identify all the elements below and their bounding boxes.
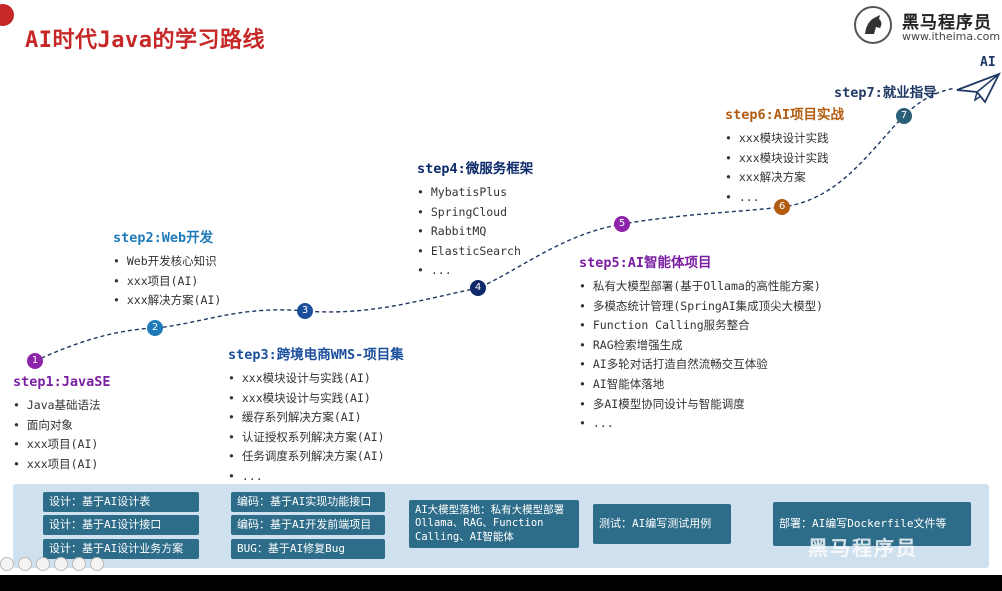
step-node-3: 3 xyxy=(297,303,313,319)
step5-block: step5:AI智能体项目 私有大模型部署(基于Ollama的高性能方案) 多模… xyxy=(579,251,823,434)
step4-block: step4:微服务框架 MybatisPlus SpringCloud Rabb… xyxy=(417,157,533,281)
step5-title: step5:AI智能体项目 xyxy=(579,255,712,271)
step4-item: ... xyxy=(417,261,533,281)
watermark: 黑马程序员 xyxy=(808,536,918,560)
coding-box: 编码：基于AI开发前端项目 xyxy=(231,515,385,535)
step6-block: step6:AI项目实战 xxx模块设计实践 xxx模块设计实践 xxx解决方案… xyxy=(725,103,844,207)
step3-item: 认证授权系列解决方案(AI) xyxy=(228,428,404,448)
step4-title: step4:微服务框架 xyxy=(417,161,534,177)
step3-block: step3:跨境电商WMS-项目集 xxx模块设计与实践(AI) xxx模块设计… xyxy=(228,343,404,487)
step2-item: xxx项目(AI) xyxy=(113,272,221,292)
step3-item: 任务调度系列解决方案(AI) xyxy=(228,447,404,467)
step1-title: step1:JavaSE xyxy=(13,374,111,390)
step5-item: 多模态统计管理(SpringAI集成顶尖大模型) xyxy=(579,297,823,317)
step4-item: SpringCloud xyxy=(417,203,533,223)
step5-item: AI智能体落地 xyxy=(579,375,823,395)
pen-icon[interactable] xyxy=(18,557,32,571)
step2-item: xxx解决方案(AI) xyxy=(113,291,221,311)
step4-item: ElasticSearch xyxy=(417,242,533,262)
screen-bottom-bar xyxy=(0,575,1002,591)
step7-block: step7:就业指导 xyxy=(834,81,937,107)
camera-icon[interactable] xyxy=(72,557,86,571)
prev-icon[interactable] xyxy=(0,557,14,571)
step5-item: Function Calling服务整合 xyxy=(579,316,823,336)
step5-item: ... xyxy=(579,414,823,434)
step5-item: 私有大模型部署(基于Ollama的高性能方案) xyxy=(579,277,823,297)
step6-item: xxx模块设计实践 xyxy=(725,149,844,169)
step-node-4: 4 xyxy=(470,280,486,296)
design-box: 设计：基于AI设计业务方案 xyxy=(43,539,199,559)
step7-title: step7:就业指导 xyxy=(834,85,937,101)
slide: AI时代Java的学习路线 黑马程序员 www.itheima.com AI 1… xyxy=(0,0,1002,575)
step-node-5: 5 xyxy=(614,216,630,232)
step1-item: xxx项目(AI) xyxy=(13,455,111,475)
step3-item: 缓存系列解决方案(AI) xyxy=(228,408,404,428)
design-box: 设计：基于AI设计表 xyxy=(43,492,199,512)
step5-item: RAG检索增强生成 xyxy=(579,336,823,356)
step5-item: 多AI模型协同设计与智能调度 xyxy=(579,395,823,415)
step3-item: xxx模块设计与实践(AI) xyxy=(228,369,404,389)
step6-title: step6:AI项目实战 xyxy=(725,107,845,123)
presenter-toolbar xyxy=(0,557,104,573)
coding-box: 编码：基于AI实现功能接口 xyxy=(231,492,385,512)
step4-item: MybatisPlus xyxy=(417,183,533,203)
step6-item: xxx模块设计实践 xyxy=(725,129,844,149)
ai-deploy-box: AI大模型落地：私有大模型部署Ollama、RAG、Function Calli… xyxy=(409,500,579,548)
step-node-1: 1 xyxy=(27,353,43,369)
step1-block: step1:JavaSE Java基础语法 面向对象 xxx项目(AI) xxx… xyxy=(13,374,111,474)
step6-item: ... xyxy=(725,188,844,208)
zoom-icon[interactable] xyxy=(54,557,68,571)
step2-title: step2:Web开发 xyxy=(113,230,214,246)
step1-item: Java基础语法 xyxy=(13,396,111,416)
step-node-2: 2 xyxy=(147,320,163,336)
bugfix-box: BUG：基于AI修复Bug xyxy=(231,539,385,559)
step3-title: step3:跨境电商WMS-项目集 xyxy=(228,347,404,363)
design-box: 设计：基于AI设计接口 xyxy=(43,515,199,535)
testing-box: 测试：AI编写测试用例 xyxy=(593,504,731,544)
slides-icon[interactable] xyxy=(36,557,50,571)
step2-block: step2:Web开发 Web开发核心知识 xxx项目(AI) xxx解决方案(… xyxy=(113,226,221,311)
step1-item: xxx项目(AI) xyxy=(13,435,111,455)
step3-item: xxx模块设计与实践(AI) xyxy=(228,389,404,409)
more-icon[interactable] xyxy=(90,557,104,571)
step4-item: RabbitMQ xyxy=(417,222,533,242)
step2-item: Web开发核心知识 xyxy=(113,252,221,272)
step1-item: 面向对象 xyxy=(13,416,111,436)
step5-item: AI多轮对话打造自然流畅交互体验 xyxy=(579,355,823,375)
step-node-7: 7 xyxy=(896,108,912,124)
step6-item: xxx解决方案 xyxy=(725,168,844,188)
